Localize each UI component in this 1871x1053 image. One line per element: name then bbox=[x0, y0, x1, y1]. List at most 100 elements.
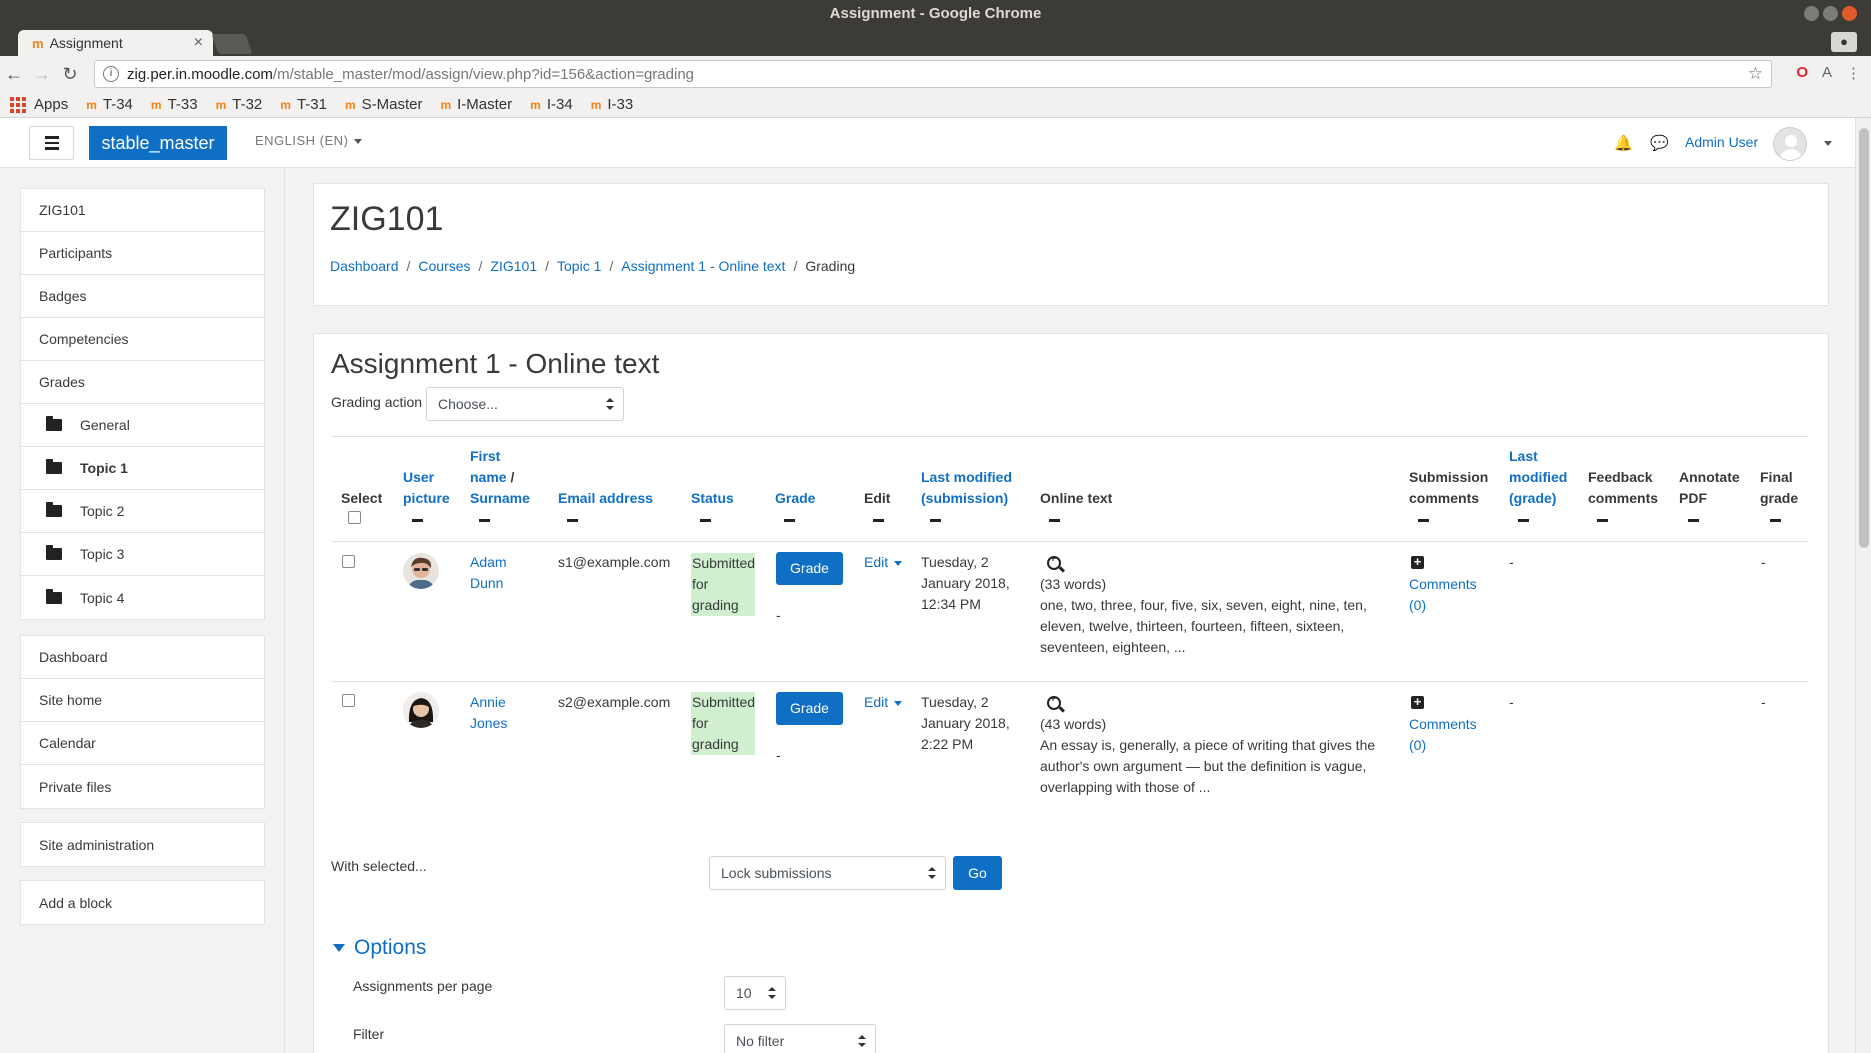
collapse-column-icon[interactable] bbox=[412, 519, 423, 522]
breadcrumb-zig101[interactable]: ZIG101 bbox=[490, 258, 537, 274]
comments-link[interactable]: Comments (0) bbox=[1409, 574, 1477, 616]
drawer-item-zig101[interactable]: ZIG101 bbox=[21, 189, 264, 232]
maximize-icon[interactable] bbox=[1823, 6, 1838, 21]
drawer-item-general[interactable]: General bbox=[21, 404, 264, 447]
student-name-link[interactable]: Annie Jones bbox=[470, 692, 507, 734]
per-page-select[interactable]: 10 bbox=[724, 976, 786, 1010]
collapse-column-icon[interactable] bbox=[700, 519, 711, 522]
bookmark-i33[interactable]: m I-33 bbox=[591, 96, 634, 113]
header-email[interactable]: Email address bbox=[558, 488, 653, 509]
header-name[interactable]: First name / Surname bbox=[470, 446, 530, 509]
filter-select[interactable]: No filter bbox=[724, 1024, 876, 1053]
translate-extension-icon[interactable]: A bbox=[1822, 64, 1832, 82]
forward-icon[interactable]: → bbox=[28, 64, 56, 85]
new-tab-button[interactable] bbox=[211, 34, 253, 54]
collapse-column-icon[interactable] bbox=[479, 519, 490, 522]
header-user-picture[interactable]: User picture bbox=[403, 467, 450, 509]
select-all-checkbox[interactable] bbox=[348, 511, 361, 524]
bulk-action-select[interactable]: Lock submissions bbox=[709, 856, 946, 890]
zoom-in-icon[interactable] bbox=[1047, 554, 1061, 570]
messages-icon[interactable]: 💬 bbox=[1650, 134, 1669, 152]
user-avatar[interactable] bbox=[1773, 127, 1807, 161]
comments-link[interactable]: Comments (0) bbox=[1409, 714, 1477, 756]
collapse-column-icon[interactable] bbox=[873, 519, 884, 522]
chrome-menu-icon[interactable]: ⋮ bbox=[1846, 64, 1861, 82]
drawer-item-site-home[interactable]: Site home bbox=[21, 679, 264, 722]
collapse-column-icon[interactable] bbox=[1518, 519, 1529, 522]
drawer-item-topic-4[interactable]: Topic 4 bbox=[21, 576, 264, 619]
drawer-item-private-files[interactable]: Private files bbox=[21, 765, 264, 808]
minimize-icon[interactable] bbox=[1804, 6, 1819, 21]
drawer-item-topic-1[interactable]: Topic 1 bbox=[21, 447, 264, 490]
reload-icon[interactable]: ↻ bbox=[56, 64, 84, 85]
notification-bell-icon[interactable]: 🔔 bbox=[1614, 134, 1633, 152]
grade-button[interactable]: Grade bbox=[776, 692, 843, 725]
back-icon[interactable]: ← bbox=[0, 64, 28, 85]
row-select-checkbox[interactable] bbox=[342, 694, 355, 707]
language-menu[interactable]: ENGLISH (EN) bbox=[255, 133, 363, 148]
drawer-item-participants[interactable]: Participants bbox=[21, 232, 264, 275]
breadcrumb-dashboard[interactable]: Dashboard bbox=[330, 258, 399, 274]
add-block-link[interactable]: Add a block bbox=[21, 881, 264, 924]
scrollbar-thumb[interactable] bbox=[1859, 128, 1869, 548]
bookmark-star-icon[interactable]: ☆ bbox=[1748, 64, 1763, 84]
collapse-column-icon[interactable] bbox=[567, 519, 578, 522]
drawer-item-calendar[interactable]: Calendar bbox=[21, 722, 264, 765]
drawer-item-dashboard[interactable]: Dashboard bbox=[21, 636, 264, 679]
collapse-column-icon[interactable] bbox=[1418, 519, 1429, 522]
user-name[interactable]: Admin User bbox=[1685, 134, 1758, 150]
breadcrumb-courses[interactable]: Courses bbox=[418, 258, 470, 274]
go-button[interactable]: Go bbox=[953, 856, 1002, 890]
collapse-column-icon[interactable] bbox=[1597, 519, 1608, 522]
collapse-column-icon[interactable] bbox=[1770, 519, 1781, 522]
header-last-modified-submission[interactable]: Last modified (submission) bbox=[921, 467, 1012, 509]
avatar[interactable] bbox=[403, 553, 439, 589]
bookmark-t34[interactable]: m T-34 bbox=[86, 96, 133, 113]
drawer-item-topic-2[interactable]: Topic 2 bbox=[21, 490, 264, 533]
profile-icon[interactable]: ● bbox=[1831, 32, 1857, 52]
drawer-item-grades[interactable]: Grades bbox=[21, 361, 264, 404]
collapse-column-icon[interactable] bbox=[1049, 519, 1060, 522]
bookmark-apps[interactable]: Apps bbox=[10, 96, 68, 113]
bookmark-i-master[interactable]: m I-Master bbox=[440, 96, 512, 113]
breadcrumb-assignment[interactable]: Assignment 1 - Online text bbox=[621, 258, 785, 274]
collapse-column-icon[interactable] bbox=[784, 519, 795, 522]
bookmark-t32[interactable]: m T-32 bbox=[216, 96, 263, 113]
zoom-in-icon[interactable] bbox=[1047, 694, 1061, 710]
grade-button[interactable]: Grade bbox=[776, 552, 843, 585]
browser-tab[interactable]: m Assignment × bbox=[18, 30, 213, 56]
drawer-item-topic-3[interactable]: Topic 3 bbox=[21, 533, 264, 576]
drawer-item-site-administration[interactable]: Site administration bbox=[21, 823, 264, 866]
header-last-modified-grade[interactable]: Last modified (grade) bbox=[1509, 446, 1567, 509]
edit-menu[interactable]: Edit bbox=[864, 692, 903, 713]
bookmark-t33[interactable]: m T-33 bbox=[151, 96, 198, 113]
header-grade[interactable]: Grade bbox=[775, 488, 815, 509]
filter-label: Filter bbox=[353, 1026, 385, 1042]
grading-action-select[interactable]: Choose... bbox=[426, 387, 624, 421]
address-bar[interactable]: i zig.per.in.moodle.com/m/stable_master/… bbox=[94, 60, 1772, 88]
expand-comments-icon[interactable]: + bbox=[1411, 695, 1424, 709]
drawer-item-competencies[interactable]: Competencies bbox=[21, 318, 264, 361]
expand-comments-icon[interactable]: + bbox=[1411, 555, 1424, 569]
site-info-icon[interactable]: i bbox=[103, 66, 119, 82]
bookmark-s-master[interactable]: m S-Master bbox=[345, 96, 423, 113]
close-window-icon[interactable] bbox=[1842, 6, 1857, 21]
site-name-link[interactable]: stable_master bbox=[89, 126, 227, 160]
drawer-item-badges[interactable]: Badges bbox=[21, 275, 264, 318]
opera-extension-icon[interactable]: O bbox=[1796, 64, 1808, 82]
user-menu-chevron-icon[interactable] bbox=[1824, 141, 1832, 146]
bookmark-t31[interactable]: m T-31 bbox=[280, 96, 327, 113]
header-status[interactable]: Status bbox=[691, 488, 734, 509]
row-select-checkbox[interactable] bbox=[342, 555, 355, 568]
breadcrumb-topic-1[interactable]: Topic 1 bbox=[557, 258, 601, 274]
collapse-column-icon[interactable] bbox=[930, 519, 941, 522]
options-section-toggle[interactable]: Options bbox=[333, 936, 426, 960]
page-scrollbar[interactable] bbox=[1855, 118, 1871, 1053]
avatar[interactable] bbox=[403, 692, 439, 728]
bookmark-i34[interactable]: m I-34 bbox=[530, 96, 573, 113]
edit-menu[interactable]: Edit bbox=[864, 552, 903, 573]
collapse-column-icon[interactable] bbox=[1688, 519, 1699, 522]
tab-close-icon[interactable]: × bbox=[194, 34, 203, 52]
drawer-toggle-button[interactable] bbox=[29, 126, 74, 160]
student-name-link[interactable]: Adam Dunn bbox=[470, 552, 507, 594]
